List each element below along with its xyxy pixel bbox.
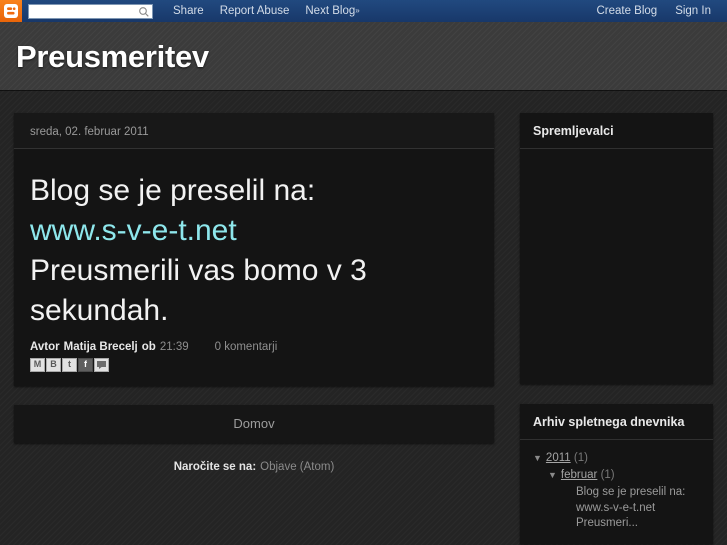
archive-month-label[interactable]: februar bbox=[561, 469, 597, 481]
archive-widget-title: Arhiv spletnega dnevnika bbox=[520, 404, 713, 440]
archive-month-item[interactable]: ▼ februar (1) Blog se je preselil na: www… bbox=[533, 467, 700, 532]
archive-widget-content: ▼ 2011 (1) ▼ februar (1) Blog se je presel… bbox=[520, 440, 713, 544]
navbar-link-next-blog[interactable]: Next Blog» bbox=[305, 5, 359, 17]
archive-year-toggle-icon[interactable]: ▼ bbox=[533, 453, 542, 463]
new-site-link[interactable]: www.s-v-e-t.net bbox=[30, 214, 237, 247]
feed-atom-link[interactable]: Objave (Atom) bbox=[260, 461, 334, 473]
post-timestamp[interactable]: 21:39 bbox=[160, 341, 189, 353]
post-footer: Avtor Matija Brecelj ob 21:39 0 komentar… bbox=[14, 337, 494, 386]
sign-in-link[interactable]: Sign In bbox=[675, 5, 711, 17]
archive-post-item[interactable]: Blog se je preselil na: www.s-v-e-t.net … bbox=[576, 485, 700, 532]
post-comments-link[interactable]: 0 komentarji bbox=[215, 341, 278, 353]
blog-header: Preusmeritev bbox=[0, 22, 727, 90]
next-blog-arrow-icon: » bbox=[355, 6, 360, 15]
navbar-links: Share Report Abuse Next Blog» bbox=[173, 5, 360, 17]
post-date: sreda, 02. februar 2011 bbox=[30, 126, 149, 138]
archive-year-item[interactable]: ▼ 2011 (1) ▼ februar (1) Blog se je presel… bbox=[533, 450, 700, 532]
archive-month-count: (1) bbox=[600, 468, 615, 481]
facebook-share-icon[interactable]: f bbox=[78, 357, 93, 372]
archive-year-label[interactable]: 2011 bbox=[546, 452, 571, 464]
buzz-share-icon[interactable] bbox=[94, 357, 109, 372]
post-author-suffix: ob bbox=[141, 340, 156, 353]
main-column: sreda, 02. februar 2011 Blog se je prese… bbox=[14, 113, 494, 473]
followers-widget: Spremljevalci bbox=[520, 113, 713, 384]
post-paragraph-2: Preusmerili vas bomo v 3 sekundah. bbox=[30, 253, 367, 327]
blogger-navbar: Share Report Abuse Next Blog» Create Blo… bbox=[0, 0, 727, 22]
feed-links-label: Naročite se na: bbox=[173, 460, 257, 473]
blog-title: Preusmeritev bbox=[16, 38, 209, 74]
gmail-share-icon[interactable]: M bbox=[30, 357, 45, 372]
post-paragraph-1: Blog se je preselil na: bbox=[30, 174, 316, 207]
post: sreda, 02. februar 2011 Blog se je prese… bbox=[14, 113, 494, 386]
blogger-logo-icon[interactable] bbox=[0, 0, 22, 22]
archive-widget: Arhiv spletnega dnevnika ▼ 2011 (1) ▼ febr… bbox=[520, 404, 713, 544]
blog-pager[interactable]: Domov bbox=[14, 404, 494, 443]
archive-list: ▼ 2011 (1) ▼ februar (1) Blog se je presel… bbox=[533, 450, 700, 532]
followers-widget-content bbox=[520, 149, 713, 384]
post-body: Blog se je preselil na: www.s-v-e-t.net … bbox=[14, 149, 494, 337]
navbar-right-links: Create Blog Sign In bbox=[596, 5, 719, 17]
home-link[interactable]: Domov bbox=[233, 416, 274, 431]
post-author-prefix: Avtor bbox=[30, 340, 60, 353]
navbar-search[interactable] bbox=[28, 3, 153, 19]
archive-year-count: (1) bbox=[573, 452, 588, 464]
post-author-name[interactable]: Matija Brecelj bbox=[64, 341, 138, 353]
create-blog-link[interactable]: Create Blog bbox=[596, 5, 657, 17]
navbar-link-report-abuse[interactable]: Report Abuse bbox=[220, 5, 290, 17]
followers-widget-title: Spremljevalci bbox=[520, 113, 713, 149]
feed-links: Naročite se na: Objave (Atom) bbox=[14, 461, 494, 473]
archive-post-list: Blog se je preselil na: www.s-v-e-t.net … bbox=[548, 485, 700, 532]
navbar-link-share[interactable]: Share bbox=[173, 5, 204, 17]
sidebar: Spremljevalci Arhiv spletnega dnevnika ▼… bbox=[520, 113, 713, 545]
post-date-header: sreda, 02. februar 2011 bbox=[14, 113, 494, 149]
share-buttons: M B t f bbox=[30, 357, 478, 372]
archive-month-toggle-icon[interactable]: ▼ bbox=[548, 470, 557, 480]
archive-post-link[interactable]: Blog se je preselil na: www.s-v-e-t.net … bbox=[576, 486, 685, 529]
archive-month-list: ▼ februar (1) Blog se je preselil na: www… bbox=[533, 467, 700, 532]
next-blog-label: Next Blog bbox=[305, 5, 356, 17]
twitter-share-icon[interactable]: t bbox=[62, 357, 77, 372]
page-body: sreda, 02. februar 2011 Blog se je prese… bbox=[0, 90, 727, 545]
blogger-share-icon[interactable]: B bbox=[46, 357, 61, 372]
search-input[interactable] bbox=[29, 4, 152, 18]
